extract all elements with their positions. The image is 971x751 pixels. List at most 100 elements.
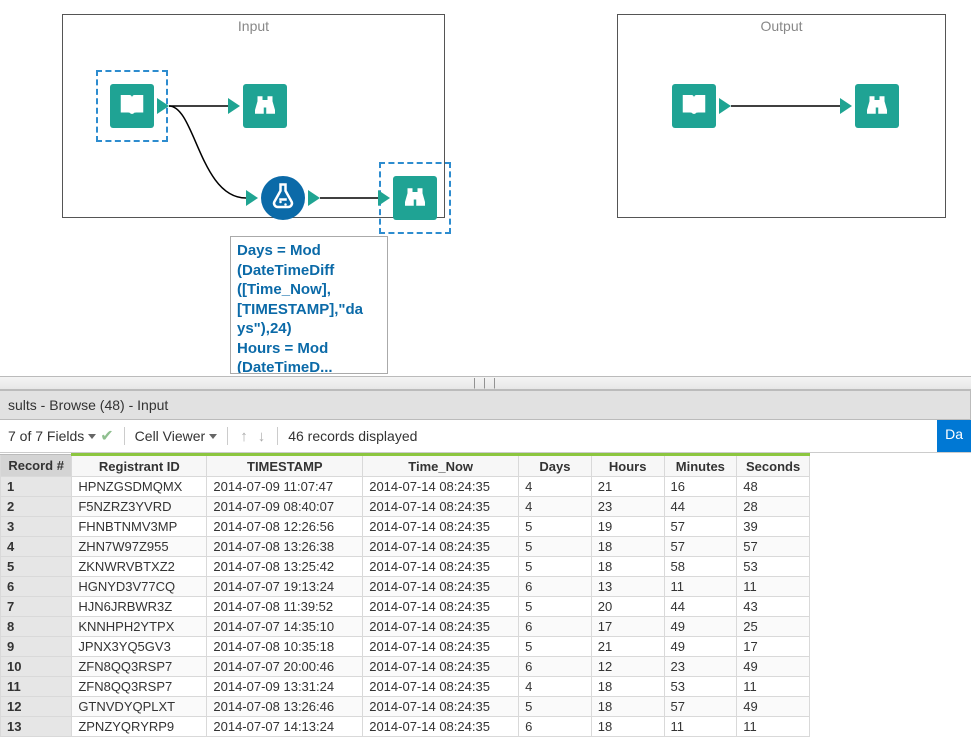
cell-hours[interactable]: 18 — [591, 557, 664, 577]
cell-seconds[interactable]: 49 — [737, 657, 810, 677]
cell-timestamp[interactable]: 2014-07-07 20:00:46 — [207, 657, 363, 677]
cell-days[interactable]: 4 — [519, 477, 592, 497]
row-number[interactable]: 13 — [1, 717, 72, 737]
cell-days[interactable]: 6 — [519, 577, 592, 597]
sort-asc-button[interactable]: ↑ — [238, 428, 250, 445]
cell-days[interactable]: 6 — [519, 617, 592, 637]
row-number[interactable]: 8 — [1, 617, 72, 637]
cell-hours[interactable]: 17 — [591, 617, 664, 637]
cell-minutes[interactable]: 57 — [664, 537, 737, 557]
cell-timestamp[interactable]: 2014-07-08 12:26:56 — [207, 517, 363, 537]
cell-timestamp[interactable]: 2014-07-09 13:31:24 — [207, 677, 363, 697]
cell-minutes[interactable]: 11 — [664, 717, 737, 737]
cell-registrant[interactable]: GTNVDYQPLXT — [72, 697, 207, 717]
cell-registrant[interactable]: FHNBTNMV3MP — [72, 517, 207, 537]
cell-registrant[interactable]: HJN6JRBWR3Z — [72, 597, 207, 617]
cell-timestamp[interactable]: 2014-07-07 14:35:10 — [207, 617, 363, 637]
cell-hours[interactable]: 21 — [591, 637, 664, 657]
cell-minutes[interactable]: 11 — [664, 577, 737, 597]
sort-desc-button[interactable]: ↓ — [256, 428, 268, 445]
cell-seconds[interactable]: 11 — [737, 677, 810, 697]
col-minutes[interactable]: Minutes — [664, 455, 737, 477]
cell-seconds[interactable]: 57 — [737, 537, 810, 557]
cell-seconds[interactable]: 39 — [737, 517, 810, 537]
cell-seconds[interactable]: 17 — [737, 637, 810, 657]
fields-dropdown[interactable]: 7 of 7 Fields ✔ — [8, 426, 114, 446]
cell-timenow[interactable]: 2014-07-14 08:24:35 — [363, 677, 519, 697]
cell-days[interactable]: 4 — [519, 497, 592, 517]
cell-registrant[interactable]: HGNYD3V77CQ — [72, 577, 207, 597]
formula-annotation[interactable]: Days = Mod (DateTimeDiff ([Time_Now], [T… — [230, 236, 388, 374]
cell-registrant[interactable]: ZFN8QQ3RSP7 — [72, 677, 207, 697]
cell-timenow[interactable]: 2014-07-14 08:24:35 — [363, 657, 519, 677]
cell-minutes[interactable]: 57 — [664, 517, 737, 537]
cell-minutes[interactable]: 44 — [664, 497, 737, 517]
cell-minutes[interactable]: 53 — [664, 677, 737, 697]
col-registrant[interactable]: Registrant ID — [72, 455, 207, 477]
cell-minutes[interactable]: 49 — [664, 617, 737, 637]
workflow-canvas[interactable]: Input Output — [0, 0, 971, 376]
cell-seconds[interactable]: 28 — [737, 497, 810, 517]
cell-days[interactable]: 5 — [519, 697, 592, 717]
cell-minutes[interactable]: 49 — [664, 637, 737, 657]
cell-hours[interactable]: 18 — [591, 717, 664, 737]
table-row[interactable]: 10ZFN8QQ3RSP72014-07-07 20:00:462014-07-… — [1, 657, 810, 677]
cell-timestamp[interactable]: 2014-07-07 19:13:24 — [207, 577, 363, 597]
cell-hours[interactable]: 19 — [591, 517, 664, 537]
cell-registrant[interactable]: KNNHPH2YTPX — [72, 617, 207, 637]
table-row[interactable]: 11 ZFN8QQ3RSP72014-07-09 13:31:242014-07-… — [1, 677, 810, 697]
cell-seconds[interactable]: 48 — [737, 477, 810, 497]
table-row[interactable]: 8KNNHPH2YTPX2014-07-07 14:35:102014-07-1… — [1, 617, 810, 637]
cell-timestamp[interactable]: 2014-07-08 10:35:18 — [207, 637, 363, 657]
table-row[interactable]: 5ZKNWRVBTXZ22014-07-08 13:25:422014-07-1… — [1, 557, 810, 577]
cell-timenow[interactable]: 2014-07-14 08:24:35 — [363, 537, 519, 557]
table-row[interactable]: 12GTNVDYQPLXT2014-07-08 13:26:462014-07-… — [1, 697, 810, 717]
cell-days[interactable]: 6 — [519, 717, 592, 737]
table-row[interactable]: 4ZHN7W97Z9552014-07-08 13:26:382014-07-1… — [1, 537, 810, 557]
row-number[interactable]: 7 — [1, 597, 72, 617]
right-tab[interactable]: Da — [937, 420, 971, 452]
cell-days[interactable]: 4 — [519, 677, 592, 697]
cell-hours[interactable]: 20 — [591, 597, 664, 617]
cell-hours[interactable]: 12 — [591, 657, 664, 677]
table-row[interactable]: 6HGNYD3V77CQ2014-07-07 19:13:242014-07-1… — [1, 577, 810, 597]
cell-seconds[interactable]: 43 — [737, 597, 810, 617]
cell-seconds[interactable]: 49 — [737, 697, 810, 717]
row-number[interactable]: 4 — [1, 537, 72, 557]
row-number[interactable]: 1 — [1, 477, 72, 497]
cell-hours[interactable]: 18 — [591, 697, 664, 717]
cell-timestamp[interactable]: 2014-07-08 13:25:42 — [207, 557, 363, 577]
cell-days[interactable]: 6 — [519, 657, 592, 677]
col-seconds[interactable]: Seconds — [737, 455, 810, 477]
cell-timenow[interactable]: 2014-07-14 08:24:35 — [363, 517, 519, 537]
cell-registrant[interactable]: ZFN8QQ3RSP7 — [72, 657, 207, 677]
cell-days[interactable]: 5 — [519, 557, 592, 577]
cell-days[interactable]: 5 — [519, 537, 592, 557]
cell-registrant[interactable]: F5NZRZ3YVRD — [72, 497, 207, 517]
table-row[interactable]: 1HPNZGSDMQMX2014-07-09 11:07:472014-07-1… — [1, 477, 810, 497]
cell-days[interactable]: 5 — [519, 597, 592, 617]
cell-hours[interactable]: 18 — [591, 677, 664, 697]
cell-viewer-dropdown[interactable]: Cell Viewer — [135, 428, 218, 444]
cell-timenow[interactable]: 2014-07-14 08:24:35 — [363, 637, 519, 657]
cell-timenow[interactable]: 2014-07-14 08:24:35 — [363, 717, 519, 737]
row-number[interactable]: 10 — [1, 657, 72, 677]
cell-timenow[interactable]: 2014-07-14 08:24:35 — [363, 477, 519, 497]
cell-days[interactable]: 5 — [519, 637, 592, 657]
cell-seconds[interactable]: 11 — [737, 577, 810, 597]
cell-timestamp[interactable]: 2014-07-07 14:13:24 — [207, 717, 363, 737]
col-record[interactable]: Record # — [1, 455, 72, 477]
results-grid[interactable]: Record # Registrant ID TIMESTAMP Time_No… — [0, 453, 810, 737]
cell-seconds[interactable]: 53 — [737, 557, 810, 577]
table-row[interactable]: 13ZPNZYQRYRP92014-07-07 14:13:242014-07-… — [1, 717, 810, 737]
row-number[interactable]: 3 — [1, 517, 72, 537]
cell-hours[interactable]: 18 — [591, 537, 664, 557]
cell-registrant[interactable]: HPNZGSDMQMX — [72, 477, 207, 497]
table-row[interactable]: 7HJN6JRBWR3Z2014-07-08 11:39:522014-07-1… — [1, 597, 810, 617]
cell-seconds[interactable]: 11 — [737, 717, 810, 737]
col-timenow[interactable]: Time_Now — [363, 455, 519, 477]
cell-timestamp[interactable]: 2014-07-08 11:39:52 — [207, 597, 363, 617]
row-number[interactable]: 5 — [1, 557, 72, 577]
cell-registrant[interactable]: ZPNZYQRYRP9 — [72, 717, 207, 737]
row-number[interactable]: 12 — [1, 697, 72, 717]
